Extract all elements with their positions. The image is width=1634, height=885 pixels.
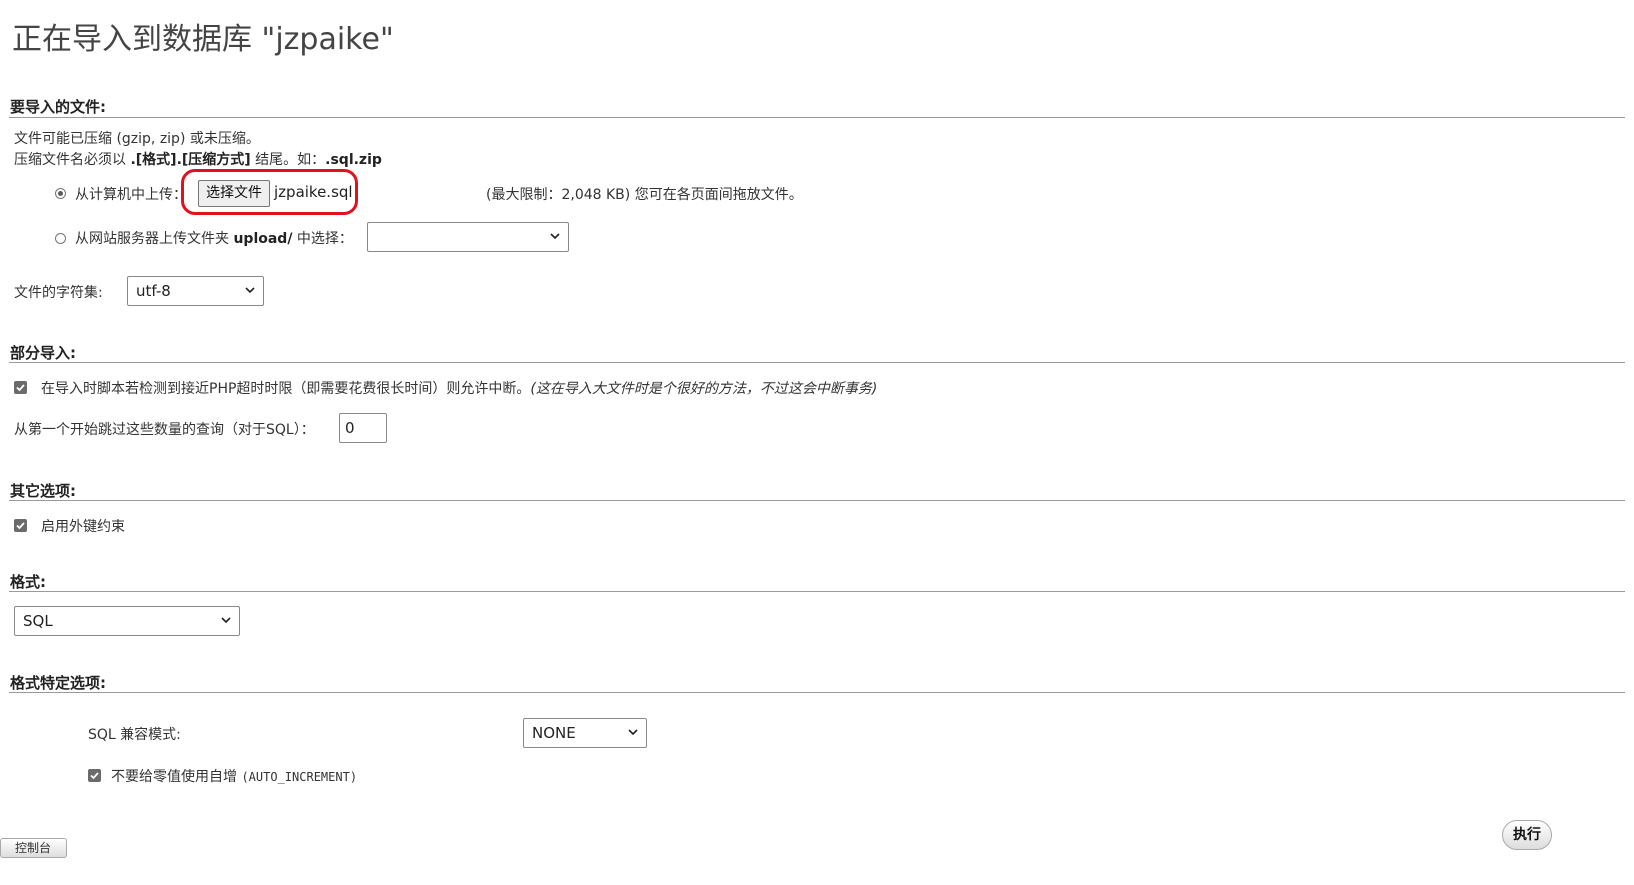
section-heading-format: 格式: [10, 573, 46, 591]
section-heading-partial: 部分导入: [10, 344, 76, 362]
skip-queries-label: 从第一个开始跳过这些数量的查询（对于SQL）： [14, 422, 315, 438]
section-heading-file: 要导入的文件: [10, 98, 106, 116]
section-heading-other: 其它选项: [10, 482, 76, 500]
go-button[interactable]: 执行 [1502, 820, 1552, 850]
allow-interrupt-label: 在导入时脚本若检测到接近PHP超时时限（即需要花费很长时间）则允许中断。(这在导… [41, 378, 877, 398]
upload-computer-radio[interactable] [55, 188, 66, 199]
allow-interrupt-hint: (这在导入大文件时是个很好的方法，不过这会中断事务) [530, 381, 878, 397]
chevron-down-icon [550, 233, 560, 240]
upload-server-label-suffix: 中选择： [292, 231, 353, 247]
server-file-select[interactable] [367, 222, 569, 252]
charset-select-value: utf-8 [136, 282, 171, 300]
chevron-down-icon [628, 729, 638, 736]
page-title: 正在导入到数据库 "jzpaike" [12, 22, 394, 57]
max-limit-text: (最大限制：2,048 KB) 您可在各页面间拖放文件。 [486, 187, 803, 203]
filename-note: 压缩文件名必须以 .[格式].[压缩方式] 结尾。如：.sql.zip [14, 149, 382, 169]
section-divider [9, 692, 1625, 693]
compression-note: 文件可能已压缩 (gzip, zip) 或未压缩。 [14, 131, 260, 147]
skip-queries-input[interactable]: 0 [339, 413, 387, 443]
upload-server-radio[interactable] [55, 233, 66, 244]
charset-select[interactable]: utf-8 [127, 276, 264, 306]
allow-interrupt-checkbox[interactable] [14, 381, 27, 394]
no-auto-value-checkbox[interactable] [88, 769, 101, 782]
foreign-keys-checkbox[interactable] [14, 519, 27, 532]
filename-note-prefix: 压缩文件名必须以 [14, 152, 131, 168]
format-select-value: SQL [23, 612, 53, 630]
checkmark-icon [16, 384, 25, 392]
filename-note-mid: 结尾。如： [250, 152, 326, 168]
format-select[interactable]: SQL [14, 606, 240, 636]
import-page: 正在导入到数据库 "jzpaike" 要导入的文件: 文件可能已压缩 (gzip… [0, 0, 1634, 885]
section-divider [9, 591, 1625, 592]
chevron-down-icon [245, 287, 255, 294]
section-divider [9, 117, 1625, 118]
charset-label: 文件的字符集: [14, 285, 103, 301]
chevron-down-icon [221, 617, 231, 624]
filename-note-format: .[格式].[压缩方式] [130, 152, 251, 168]
checkmark-icon [16, 522, 25, 530]
section-divider [9, 362, 1625, 363]
upload-server-label-prefix: 从网站服务器上传文件夹 [75, 231, 234, 247]
checkmark-icon [90, 772, 99, 780]
no-auto-value-label: 不要给零值使用自增 (AUTO_INCREMENT) [111, 766, 357, 786]
foreign-keys-label: 启用外键约束 [41, 519, 125, 535]
upload-server-label: 从网站服务器上传文件夹 upload/ 中选择： [75, 228, 353, 248]
upload-folder-name: upload/ [233, 231, 293, 247]
highlight-annotation [181, 169, 358, 215]
upload-computer-label: 从计算机中上传： [75, 187, 187, 203]
allow-interrupt-text: 在导入时脚本若检测到接近PHP超时时限（即需要花费很长时间）则允许中断。 [41, 381, 531, 397]
section-heading-format-options: 格式特定选项: [10, 674, 106, 692]
console-tab[interactable]: 控制台 [0, 838, 67, 858]
sql-compat-label: SQL 兼容模式: [88, 727, 181, 743]
sql-compat-select[interactable]: NONE [523, 718, 647, 748]
section-divider [9, 500, 1625, 501]
no-auto-value-text: 不要给零值使用自增 [111, 769, 237, 785]
no-auto-value-code: (AUTO_INCREMENT) [241, 770, 358, 784]
sql-compat-select-value: NONE [532, 724, 576, 742]
filename-note-example: .sql.zip [325, 152, 382, 168]
